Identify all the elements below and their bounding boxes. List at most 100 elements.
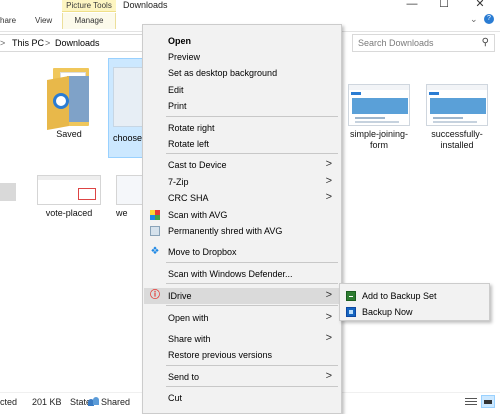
menu-item-send-to[interactable]: Send to > [144,369,340,385]
menu-item-scan-with-avg[interactable]: Scan with AVG [144,207,340,223]
image-thumbnail [348,84,410,126]
menu-item-label: Move to Dropbox [168,247,237,257]
large-icons-view-button[interactable] [481,395,495,408]
menu-item-label: Share with [168,334,211,344]
menu-item-share-with[interactable]: Share with > [144,331,340,347]
menu-separator [166,262,338,263]
shared-users-icon [88,396,99,406]
file-item-selected[interactable]: choose ba [108,58,155,158]
menu-item-permanently-shred-with-avg[interactable]: Permanently shred with AVG [144,223,340,239]
submenu-item-add-to-backup-set[interactable]: Add to Backup Set [341,288,488,304]
submenu-item-label: Backup Now [362,307,413,317]
close-button[interactable]: ✕ [468,0,492,12]
menu-item-label: Print [168,101,187,111]
dropbox-icon: ❖ [150,246,160,257]
menu-item-rotate-right[interactable]: Rotate right [144,120,340,136]
navigation-pane-item[interactable] [0,183,16,201]
file-item-successfully-installed[interactable]: successfully-installed [422,84,492,151]
file-label: simple-joining-form [349,129,409,150]
menu-item-print[interactable]: Print [144,98,340,114]
menu-item-open[interactable]: Open [144,33,340,49]
menu-item-edit[interactable]: Edit [144,82,340,98]
menu-separator [166,153,338,154]
breadcrumb-downloads[interactable]: Downloads [55,38,100,48]
image-thumbnail [116,175,144,205]
chevron-right-icon: > [325,191,332,203]
backup-set-icon [346,291,356,301]
tab-view[interactable]: View [35,16,52,25]
menu-item-set-as-desktop-background[interactable]: Set as desktop background [144,65,340,81]
menu-item-label: Rotate left [168,139,210,149]
details-view-button[interactable] [465,396,477,407]
window-title: Downloads [123,0,168,10]
menu-separator [166,305,338,306]
menu-item-label: Permanently shred with AVG [168,226,283,236]
help-icon[interactable]: ? [484,14,494,24]
chevron-right-icon: > [325,311,332,323]
menu-separator [166,365,338,366]
menu-item-label: Open [168,36,192,46]
file-item-simple-joining-form[interactable]: simple-joining-form [344,84,414,151]
menu-item-label: Set as desktop background [168,68,278,78]
menu-separator [166,283,338,284]
menu-separator [166,116,338,117]
menu-item-label: Cast to Device [168,160,227,170]
breadcrumb-separator[interactable]: > [0,38,5,48]
menu-item-label: Edit [168,85,184,95]
maximize-button[interactable]: ☐ [432,0,456,12]
image-thumbnail [426,84,488,126]
backup-now-icon [346,307,356,317]
file-label: vote-placed [45,208,93,218]
idrive-submenu: Add to Backup Set Backup Now [339,283,490,321]
menu-item-open-with[interactable]: Open with > [144,310,340,326]
shred-icon [150,226,160,236]
status-size: 201 KB [32,397,62,407]
menu-item-label: CRC SHA [168,193,209,203]
menu-item-scan-with-windows-defender[interactable]: Scan with Windows Defender... [144,266,340,282]
image-thumbnail [37,175,101,205]
breadcrumb-this-pc[interactable]: This PC [12,38,44,48]
menu-item-restore-previous-versions[interactable]: Restore previous versions [144,347,340,363]
menu-item-idrive[interactable]: ⓘ IDrive > [144,288,340,304]
menu-item-label: Open with [168,313,209,323]
file-item-vote-placed[interactable]: vote-placed [34,175,104,219]
menu-item-label: Scan with AVG [168,210,228,220]
menu-item-rotate-left[interactable]: Rotate left [144,136,340,152]
file-label: successfully-installed [431,129,483,150]
menu-item-7-zip[interactable]: 7-Zip > [144,174,340,190]
submenu-item-backup-now[interactable]: Backup Now [341,304,488,320]
file-item-saved[interactable]: Saved [38,68,100,140]
search-input[interactable]: Search Downloads ⚲ [352,34,495,52]
menu-item-label: 7-Zip [168,177,189,187]
search-icon[interactable]: ⚲ [482,37,489,48]
avg-icon [150,210,160,220]
menu-item-cast-to-device[interactable]: Cast to Device > [144,157,340,173]
minimize-button[interactable]: — [400,0,424,12]
chevron-right-icon: > [325,175,332,187]
picture-tools-context-tab: Picture Tools [62,0,116,12]
menu-item-move-to-dropbox[interactable]: ❖ Move to Dropbox [144,244,340,260]
menu-item-cut[interactable]: Cut [144,390,340,406]
context-menu: Open Preview Set as desktop background Edit… [142,24,342,414]
menu-item-crc-sha[interactable]: CRC SHA > [144,190,340,206]
submenu-item-label: Add to Backup Set [362,291,437,301]
chevron-right-icon: > [325,370,332,382]
tab-manage[interactable]: Manage [62,13,116,29]
menu-item-label: Scan with Windows Defender... [168,269,293,279]
search-placeholder: Search Downloads [358,38,434,48]
menu-item-label: Preview [168,52,201,62]
file-label: Saved [56,129,82,139]
status-selected: cted [0,397,18,407]
folder-icon [47,68,91,130]
idrive-icon: ⓘ [150,290,160,301]
menu-separator [166,386,338,387]
chevron-right-icon: > [325,332,332,344]
menu-item-preview[interactable]: Preview [144,49,340,65]
tab-share[interactable]: hare [0,16,16,25]
chevron-down-icon[interactable]: ⌄ [470,14,478,25]
breadcrumb-separator[interactable]: > [45,38,50,48]
menu-item-label: Restore previous versions [168,350,273,360]
status-state-value: Shared [101,397,131,407]
image-thumbnail [113,67,143,127]
chevron-right-icon: > [325,158,332,170]
